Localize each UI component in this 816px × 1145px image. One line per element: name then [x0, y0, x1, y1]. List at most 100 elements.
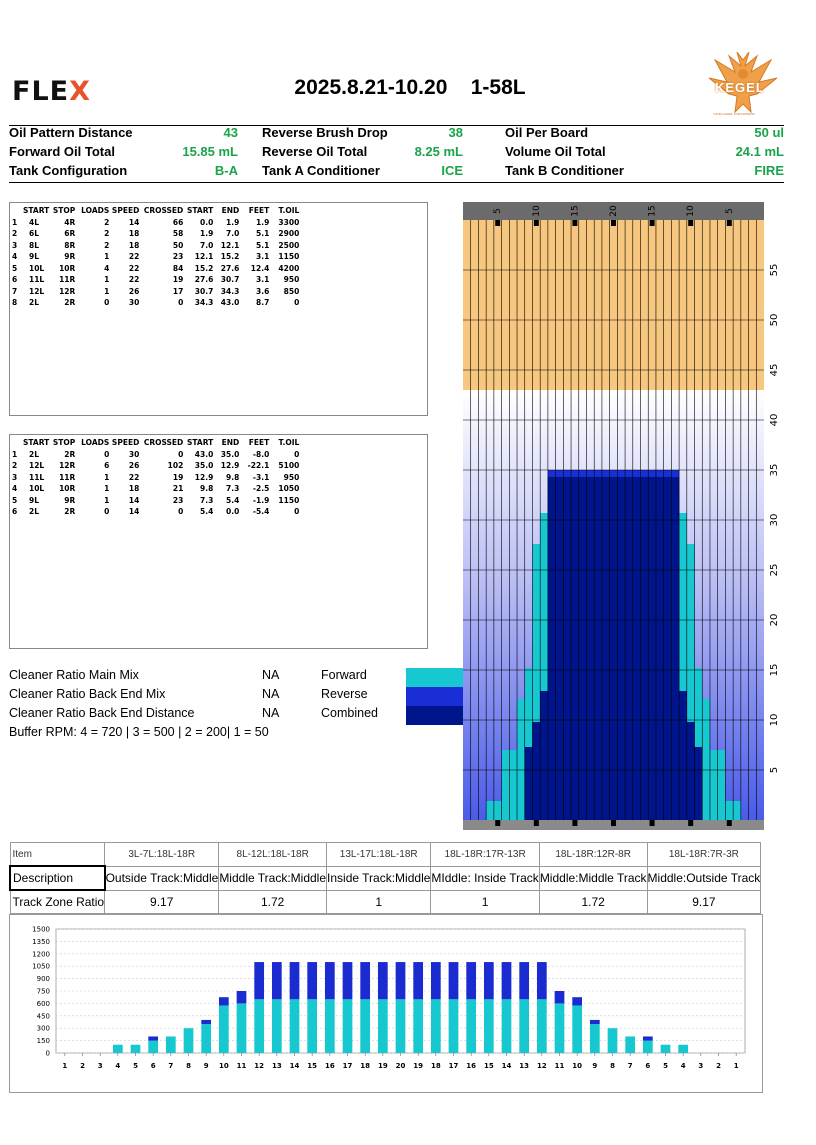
table-cell: 2900: [278, 229, 300, 239]
bar-reverse: [324, 962, 335, 1000]
bar-forward: [324, 999, 335, 1053]
forward-swatch: [406, 668, 464, 687]
table-row: 4 10L 10R 1 18 21 9.8 7.3 -2.5 1050: [12, 483, 299, 495]
info-label: Tank A Conditioner: [262, 163, 380, 178]
bar-forward: [501, 999, 512, 1053]
table-cell: 1: [12, 217, 18, 227]
info-value: 15.85 mL: [182, 144, 238, 159]
track-cell: 13L-17L:18L-18R: [326, 842, 432, 867]
table-cell: 6L: [29, 229, 39, 239]
info-value: 43: [223, 125, 238, 140]
table-cell: 1: [12, 449, 18, 459]
feet-label: 40: [769, 414, 780, 427]
table-row: 7 12L 12R 1 26 17 30.7 34.3 3.6 850: [12, 286, 299, 298]
bar-forward: [395, 999, 406, 1053]
bar-forward: [607, 1028, 618, 1053]
cleaner-legend: Reverse: [321, 687, 368, 701]
feet-label: 50: [769, 314, 780, 327]
table-cell: 15.2: [194, 263, 214, 273]
table-cell: 1: [104, 495, 110, 505]
table-cell: 4: [12, 252, 18, 262]
table-cell: 27.6: [220, 263, 240, 273]
table-cell: 4200: [278, 263, 300, 273]
table-row: 1 2L 2R 0 30 0 43.0 35.0 -8.0 0: [12, 449, 299, 461]
column-header: SPEED: [111, 206, 140, 216]
column-header: END: [221, 206, 240, 216]
bar-forward: [148, 1040, 159, 1053]
table-cell: 14: [128, 217, 140, 227]
x-tick-label: 17: [449, 1062, 459, 1070]
info-label: Forward Oil Total: [9, 144, 115, 159]
info-value: 8.25 mL: [414, 144, 463, 159]
y-tick-label: 1350: [32, 938, 50, 946]
y-tick-label: 300: [37, 1025, 50, 1033]
info-item: Oil Per Board 50 ul: [505, 125, 784, 143]
column-header: STOP: [52, 438, 76, 448]
table-cell: 8L: [29, 240, 39, 250]
column-header: FEET: [248, 206, 270, 216]
table-header: START STOP LOADS SPEED CROSSED START END FEET T.…: [12, 205, 299, 217]
track-cell: Track Zone Ratio: [9, 889, 106, 914]
table-cell: 50: [172, 240, 184, 250]
flex-logo: FLEX: [12, 76, 91, 107]
info-item: Tank Configuration B-A: [9, 163, 238, 181]
table-cell: 7: [12, 286, 18, 296]
page-title: 2025.8.21-10.20 1-58L: [294, 76, 526, 99]
bar-forward: [342, 999, 353, 1053]
info-item: Reverse Brush Drop 38: [262, 125, 463, 143]
track-cell: 1.72: [538, 889, 648, 914]
table-cell: 34.3: [220, 286, 240, 296]
table-cell: 12.4: [250, 263, 270, 273]
track-cell: 8L-12L:18L-18R: [218, 842, 328, 867]
info-item: Oil Pattern Distance 43: [9, 125, 238, 143]
column-header: END: [221, 438, 240, 448]
x-tick-label: 1: [62, 1062, 67, 1070]
bar-forward: [430, 999, 441, 1053]
track-cell: 18L-18R:7R-3R: [646, 842, 762, 867]
info-label: Tank B Conditioner: [505, 163, 624, 178]
info-item: Forward Oil Total 15.85 mL: [9, 144, 238, 162]
board-label: 20: [609, 205, 619, 217]
x-tick-label: 11: [237, 1062, 247, 1070]
table-cell: 1: [104, 484, 110, 494]
bar-forward: [483, 999, 494, 1053]
table-cell: 1.9: [226, 217, 240, 227]
track-cell: 9.17: [646, 889, 762, 914]
info-item: Tank B Conditioner FIRE: [505, 163, 784, 181]
table-cell: 10L: [29, 263, 45, 273]
table-row: 3 8L 8R 2 18 50 7.0 12.1 5.1 2500: [12, 240, 299, 252]
table-cell: 30.7: [220, 275, 240, 285]
bar-reverse: [589, 1019, 600, 1025]
feet-label: 35: [769, 464, 780, 477]
table-cell: 1: [104, 286, 110, 296]
board-label: 10: [686, 205, 696, 217]
table-cell: 21: [172, 484, 184, 494]
table-cell: 850: [283, 286, 300, 296]
table-cell: 2: [12, 229, 18, 239]
table-cell: 35.0: [220, 449, 240, 459]
bar-forward: [289, 999, 300, 1053]
table-cell: 0: [104, 449, 110, 459]
x-tick-label: 15: [484, 1062, 494, 1070]
track-row-ratio: Track Zone Ratio 9.17 1.72 1 1 1.72 9.17: [9, 889, 762, 914]
table-cell: 1150: [278, 252, 300, 262]
reverse-pass-table: START STOP LOADS SPEED CROSSED START END FEET T.…: [9, 434, 428, 649]
forward-pass-table: START STOP LOADS SPEED CROSSED START END FEET T.…: [9, 202, 428, 416]
feet-label: 45: [769, 364, 780, 377]
combined-swatch: [406, 706, 464, 725]
table-cell: 30: [128, 298, 140, 308]
table-cell: 1.9: [256, 217, 270, 227]
y-tick-label: 1200: [32, 950, 50, 958]
x-tick-label: 7: [168, 1062, 173, 1070]
table-cell: 4: [104, 263, 110, 273]
bar-forward: [271, 999, 282, 1053]
y-tick-label: 1500: [32, 926, 50, 934]
table-cell: 9.8: [226, 472, 240, 482]
table-cell: 19: [172, 275, 184, 285]
board-label: 10: [532, 205, 542, 217]
info-label: Volume Oil Total: [505, 144, 606, 159]
table-cell: 950: [283, 472, 300, 482]
table-row: 5 9L 9R 1 14 23 7.3 5.4 -1.9 1150: [12, 495, 299, 507]
bar-reverse: [483, 962, 494, 1000]
x-tick-label: 16: [466, 1062, 476, 1070]
